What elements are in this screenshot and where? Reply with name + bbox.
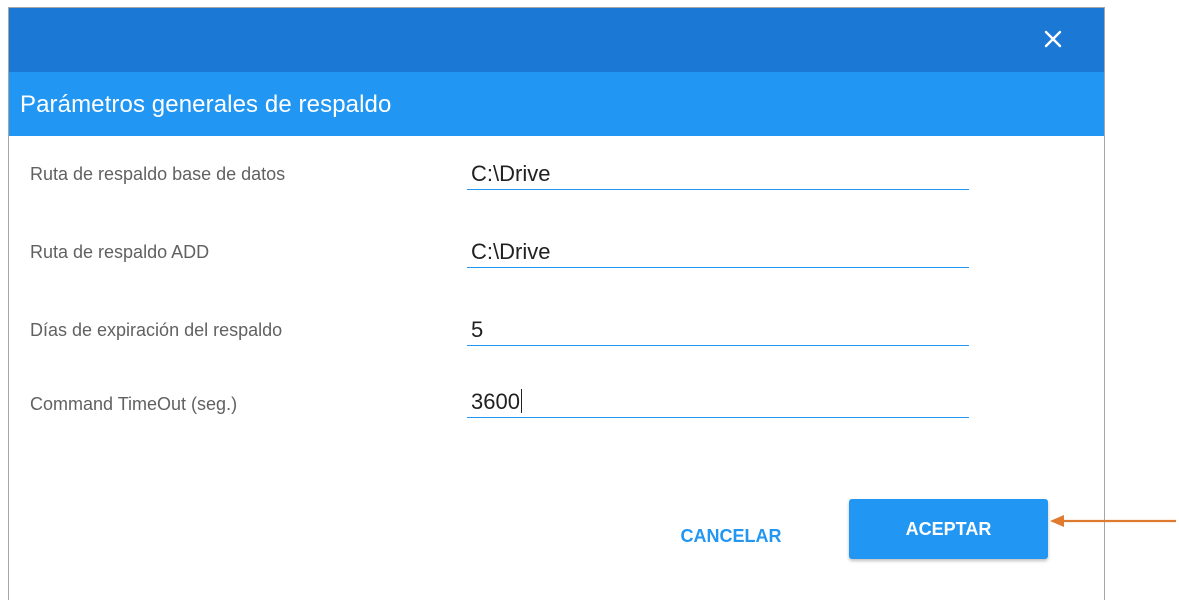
field-label: Command TimeOut (seg.) — [30, 394, 238, 414]
db-backup-path-input[interactable]: C:\Drive — [467, 160, 969, 190]
field-value: 5 — [471, 317, 484, 342]
arrow-left-icon — [1050, 515, 1176, 527]
command-timeout-input[interactable]: 3600 — [467, 388, 969, 418]
close-icon — [1044, 30, 1062, 48]
dialog-title: Parámetros generales de respaldo — [20, 91, 392, 118]
dialog-header: Parámetros generales de respaldo — [9, 72, 1104, 136]
field-label: Ruta de respaldo ADD — [30, 242, 210, 262]
field-label: Días de expiración del respaldo — [30, 320, 283, 340]
cancel-button[interactable]: CANCELAR — [661, 513, 801, 559]
field-value: C:\Drive — [471, 239, 551, 264]
accept-button[interactable]: ACEPTAR — [849, 499, 1048, 559]
field-row-command-timeout: Command TimeOut (seg.) 3600 — [9, 378, 1104, 422]
backup-settings-dialog: Parámetros generales de respaldo Ruta de… — [8, 7, 1105, 600]
dialog-titlebar — [9, 8, 1104, 72]
field-row-db-backup-path: Ruta de respaldo base de datos C:\Drive — [9, 154, 1104, 198]
text-caret — [520, 389, 523, 413]
field-row-add-backup-path: Ruta de respaldo ADD C:\Drive — [9, 232, 1104, 276]
field-row-backup-expiration-days: Días de expiración del respaldo 5 — [9, 310, 1104, 354]
field-value-text: 3600 — [471, 389, 520, 414]
page: Parámetros generales de respaldo Ruta de… — [0, 0, 1179, 600]
field-value: 3600 — [471, 389, 523, 415]
field-value: C:\Drive — [471, 161, 551, 186]
add-backup-path-input[interactable]: C:\Drive — [467, 238, 969, 268]
field-label: Ruta de respaldo base de datos — [30, 164, 286, 184]
backup-expiration-days-input[interactable]: 5 — [467, 316, 969, 346]
close-button[interactable] — [1038, 24, 1068, 54]
